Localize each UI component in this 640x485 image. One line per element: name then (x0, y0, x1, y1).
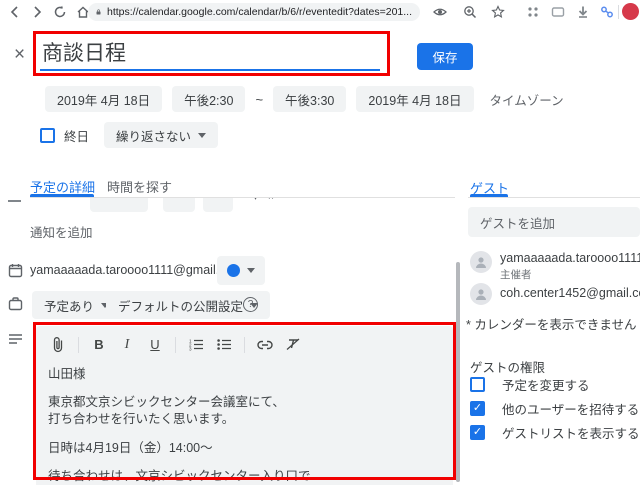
add-guests-input[interactable]: ゲストを追加 (468, 207, 640, 237)
guest-role: 主催者 (500, 269, 532, 281)
extension-frame-icon[interactable] (551, 5, 565, 19)
description-line: 日時は4月19日（金）14:00〜 (48, 441, 213, 455)
help-icon[interactable]: ? (243, 297, 258, 312)
calendar-row: yamaaaaada.taroooo1111@gmail.com (0, 256, 455, 286)
invite-others-checkbox[interactable] (470, 401, 485, 416)
toolbar-separator (244, 336, 245, 353)
recurrence-label: 繰り返さない (116, 129, 192, 144)
toolbar-divider (618, 5, 619, 19)
eye-icon[interactable] (433, 5, 447, 19)
lock-icon (96, 9, 101, 15)
add-guests-placeholder: ゲストを追加 (480, 216, 556, 231)
allday-label: 終日 (64, 129, 90, 144)
notification-row-clipped: ▾ × (0, 198, 455, 214)
back-icon[interactable] (8, 5, 22, 19)
description-text[interactable]: 山田様 東京都文京シビックセンター会議室にて、 打ち合わせを行いたく思います。 … (36, 358, 453, 485)
description-editor[interactable]: B I U 123 山田様 東京都文京シビックセンター会議室にて、 打ち合わせを… (36, 326, 453, 485)
notification-chip[interactable] (90, 198, 148, 212)
end-date-chip[interactable]: 2019年 4月 18日 (356, 86, 474, 112)
svg-text:3: 3 (189, 346, 192, 351)
calendar-owner-email: yamaaaaada.taroooo1111@gmail.com (30, 263, 243, 277)
remove-notification-icon[interactable]: × (268, 198, 274, 203)
scrollbar-thumb[interactable] (456, 262, 460, 482)
toolbar-separator (78, 336, 79, 353)
address-bar[interactable]: https://calendar.google.com/calendar/b/6… (88, 3, 420, 21)
start-time-chip[interactable]: 午後2:30 (172, 86, 246, 112)
bell-icon (8, 198, 21, 202)
guest-email: coh.center1452@gmail.com * (500, 286, 640, 300)
bulleted-list-icon[interactable] (212, 334, 236, 356)
guests-tabs-divider (468, 197, 640, 198)
permission-row: 予定を変更する (470, 375, 640, 394)
reload-icon[interactable] (53, 5, 67, 19)
timezone-button[interactable]: タイムゾーン (490, 90, 564, 109)
url-text: https://calendar.google.com/calendar/b/6… (107, 6, 412, 18)
italic-icon[interactable]: I (115, 334, 139, 356)
allday-checkbox[interactable] (40, 127, 55, 143)
calendar-icon (8, 264, 23, 278)
attach-icon[interactable] (46, 334, 70, 356)
calendar-unavailable-note: * カレンダーを表示できません ? (466, 314, 640, 333)
underline-icon[interactable]: U (143, 334, 167, 356)
busy-status-label: 予定あり (44, 299, 95, 314)
guest-list-item[interactable]: coh.center1452@gmail.com * (470, 283, 640, 305)
guest-email: yamaaaaada.taroooo1111@gmail.com (500, 251, 640, 265)
insert-link-icon[interactable] (253, 334, 277, 356)
chevron-down-icon (247, 268, 255, 273)
forward-icon[interactable] (30, 5, 44, 19)
event-edit-page: https://calendar.google.com/calendar/b/6… (0, 0, 640, 485)
description-line: 待ち合わせは、文京シビックセンター入り口で (48, 469, 311, 483)
event-color-dropdown[interactable] (217, 256, 265, 285)
download-arrow-icon[interactable] (576, 5, 590, 19)
kebab-menu-icon[interactable]: ⋮ (636, 3, 640, 18)
start-date-chip[interactable]: 2019年 4月 18日 (45, 86, 163, 112)
event-color-dot (227, 264, 240, 277)
event-title-input[interactable] (40, 37, 380, 71)
numbered-list-icon[interactable]: 123 (184, 334, 208, 356)
editor-toolbar: B I U 123 (36, 326, 453, 358)
bookmark-star-icon[interactable] (491, 5, 505, 19)
allday-row: 終日 繰り返さない (40, 122, 219, 148)
visibility-label: デフォルトの公開設定 (118, 299, 244, 314)
end-time-chip[interactable]: 午後3:30 (273, 86, 347, 112)
chevron-down-icon[interactable]: ▾ (253, 198, 258, 203)
time-range-separator: ~ (255, 91, 264, 107)
datetime-row: 2019年 4月 18日 午後2:30 ~ 午後3:30 2019年 4月 18… (45, 86, 564, 112)
description-icon (8, 332, 23, 344)
permission-label: 予定を変更する (502, 379, 590, 393)
chevron-down-icon (198, 132, 207, 138)
link-extension-icon[interactable] (600, 5, 614, 19)
modify-event-checkbox[interactable] (470, 377, 485, 392)
recurrence-dropdown[interactable]: 繰り返さない (104, 122, 219, 148)
calendar-note-text: * カレンダーを表示できません (466, 318, 637, 332)
notification-chip[interactable] (163, 198, 195, 212)
permission-row: 他のユーザーを招待する (470, 399, 640, 418)
toolbar-separator (175, 336, 176, 353)
person-avatar-icon (470, 283, 492, 305)
tab-find-a-time[interactable]: 時間を探す (107, 177, 172, 196)
notification-chip[interactable] (203, 198, 233, 212)
add-notification-button[interactable]: 通知を追加 (30, 222, 93, 241)
person-avatar-icon (470, 251, 492, 273)
briefcase-icon (8, 297, 23, 311)
clear-formatting-icon[interactable] (281, 334, 305, 356)
permission-label: 他のユーザーを招待する (502, 403, 640, 417)
extension-dots-icon[interactable] (526, 5, 540, 19)
guest-permissions-title: ゲストの権限 (470, 361, 546, 375)
see-guest-list-checkbox[interactable] (470, 425, 485, 440)
description-line: 東京都文京シビックセンター会議室にて、 (48, 395, 285, 409)
availability-row: 予定あり デフォルトの公開設定 ? (0, 291, 455, 321)
browser-toolbar: https://calendar.google.com/calendar/b/6… (0, 0, 640, 24)
bold-icon[interactable]: B (87, 334, 111, 356)
permission-row: ゲストリストを表示する (470, 423, 640, 442)
permission-label: ゲストリストを表示する (502, 427, 640, 441)
guest-list-item[interactable]: yamaaaaada.taroooo1111@gmail.com 主催者 (470, 251, 640, 282)
zoom-in-icon[interactable] (463, 5, 477, 19)
close-icon[interactable]: × (14, 44, 25, 66)
description-line: 打ち合わせを行いたく思います。 (48, 412, 235, 426)
save-button[interactable]: 保存 (417, 43, 473, 70)
description-line: 山田様 (48, 367, 86, 381)
